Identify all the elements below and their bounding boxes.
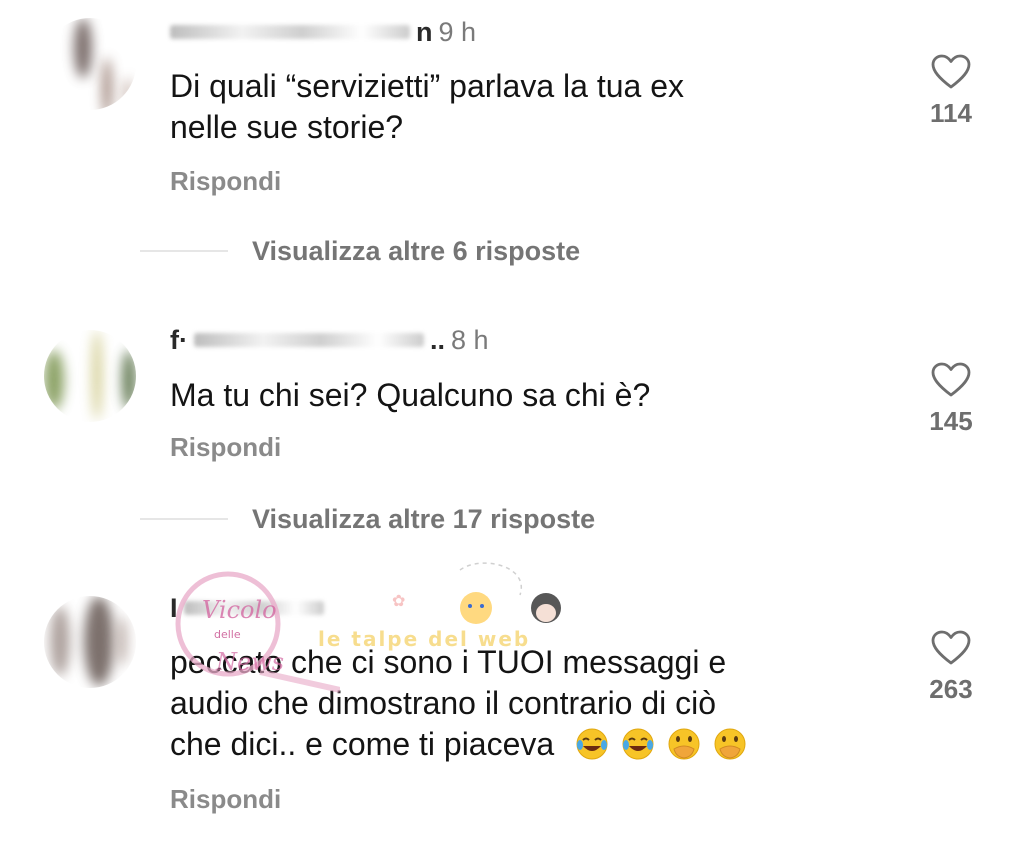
view-more-replies[interactable]: Visualizza altre 17 risposte	[140, 501, 595, 537]
watermark-text: delle	[214, 628, 241, 641]
like-control[interactable]: 114	[918, 54, 984, 129]
user-avatar[interactable]	[44, 18, 136, 110]
heart-outline-icon[interactable]	[931, 54, 971, 90]
username-visible[interactable]: I	[170, 593, 178, 624]
comment-text-line: Ma tu chi sei? Qualcuno sa chi è?	[170, 377, 651, 413]
username-row: n 9 h	[170, 14, 476, 50]
comment-text-line: audio che dimostrano il contrario di ciò	[170, 685, 717, 721]
user-avatar[interactable]	[44, 596, 136, 688]
face-with-tears-of-joy-icon	[576, 728, 608, 760]
reply-button[interactable]: Rispondi	[170, 432, 281, 463]
username-redacted[interactable]	[170, 25, 410, 39]
comments-page: n 9 h Di quali “servizietti” parlava la …	[0, 0, 1024, 851]
heart-outline-icon[interactable]	[931, 630, 971, 666]
like-count: 114	[930, 98, 972, 128]
comment-text: Ma tu chi sei? Qualcuno sa chi è?	[170, 375, 870, 416]
face-with-hand-over-mouth-icon	[714, 728, 746, 760]
comment-text-line: che dici.. e come ti piaceva	[170, 724, 870, 765]
username-row: I	[170, 590, 324, 626]
comment-text: peccato che ci sono i TUOI messaggi e au…	[170, 642, 870, 765]
user-avatar[interactable]	[44, 330, 136, 422]
divider-line	[140, 518, 228, 520]
username-visible-tail[interactable]: ..	[430, 325, 445, 356]
like-control[interactable]: 263	[918, 630, 984, 705]
like-count: 263	[929, 674, 973, 704]
username-visible[interactable]: n	[416, 17, 433, 48]
username-redacted[interactable]	[183, 601, 324, 615]
comment-text-line: Di quali “servizietti” parlava la tua ex	[170, 68, 684, 104]
view-more-label[interactable]: Visualizza altre 17 risposte	[252, 504, 595, 535]
timestamp: 8 h	[451, 324, 489, 355]
face-with-tears-of-joy-icon	[622, 728, 654, 760]
comment-text-line: nelle sue storie?	[170, 109, 404, 145]
reply-button[interactable]: Rispondi	[170, 166, 281, 197]
username-visible[interactable]: f·	[170, 325, 188, 356]
comment-text: Di quali “servizietti” parlava la tua ex…	[170, 66, 870, 148]
view-more-label[interactable]: Visualizza altre 6 risposte	[252, 236, 580, 267]
like-control[interactable]: 145	[918, 362, 984, 437]
username-row: f· .. 8 h	[170, 322, 489, 358]
timestamp: 9 h	[438, 16, 477, 47]
face-with-hand-over-mouth-icon	[668, 728, 700, 760]
like-count: 145	[929, 406, 973, 436]
svg-text:✿: ✿	[392, 591, 405, 610]
comment-text-line: peccato che ci sono i TUOI messaggi e	[170, 644, 727, 680]
username-redacted[interactable]	[193, 333, 424, 347]
reply-button[interactable]: Rispondi	[170, 784, 281, 815]
comment-text-fragment: che dici.. e come ti piaceva	[170, 726, 555, 762]
heart-outline-icon[interactable]	[931, 362, 971, 398]
view-more-replies[interactable]: Visualizza altre 6 risposte	[140, 233, 580, 269]
divider-line	[140, 250, 228, 252]
